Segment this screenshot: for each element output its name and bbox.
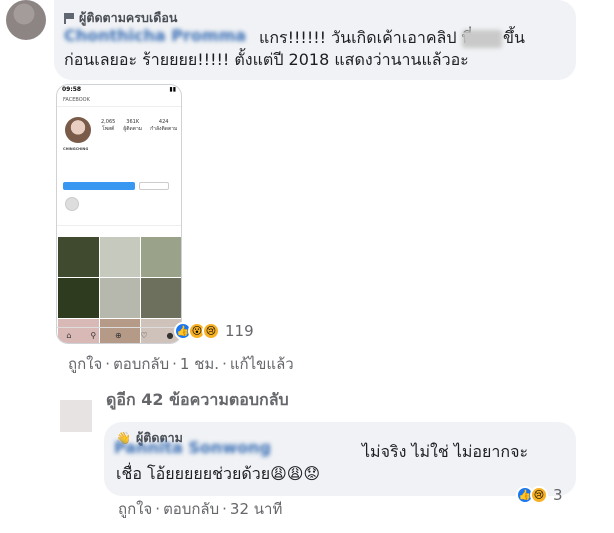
phone-app-label: FACEBOOK: [57, 95, 181, 107]
add-icon: ⊕: [115, 331, 122, 340]
phone-message-button: [139, 182, 169, 190]
reply-reply-link[interactable]: ตอบกลับ: [163, 500, 219, 518]
reply-reaction-count: 3: [553, 486, 563, 504]
like-link[interactable]: ถูกใจ: [68, 355, 102, 373]
sad-reaction-icon: 😢: [202, 322, 220, 340]
reply-link[interactable]: ตอบกลับ: [113, 355, 169, 373]
view-more-replies-link[interactable]: ดูอีก 42 ข้อความตอบกลับ: [106, 388, 289, 413]
comment-actions: ถูกใจ · ตอบกลับ · 1 ชม. · แก้ไขแล้ว: [68, 355, 294, 373]
reply-like-link[interactable]: ถูกใจ: [118, 500, 152, 518]
fan-badge-label: ผู้ติดตามครบเดือน: [79, 10, 178, 25]
home-icon: ⌂: [66, 331, 72, 340]
phone-tabs: [57, 225, 181, 235]
phone-bio: CHINGCHING: [63, 147, 89, 151]
phone-profile-picture: [65, 117, 91, 143]
phone-follow-button: [63, 182, 135, 190]
reply-reactions[interactable]: 👍 😢 3: [516, 486, 563, 504]
flag-icon: [64, 12, 74, 24]
sad-reaction-icon: 😢: [530, 486, 548, 504]
reply-timestamp[interactable]: 32 นาที: [230, 500, 282, 518]
commenter-avatar[interactable]: [6, 0, 46, 40]
attached-screenshot[interactable]: 09:58 ▮▮ FACEBOOK 2,065 โพสต์ 361K ผู้ติดต…: [56, 84, 182, 344]
phone-nav-bar: ⌂ ⚲ ⊕ ♡ ●: [57, 327, 181, 343]
reply-text-line2: เชื่อ โอ้ยยยยยช่วยด้วย😩😩😟: [116, 464, 321, 483]
redacted-word: [462, 30, 502, 48]
profile-icon: ●: [166, 331, 174, 340]
phone-time: 09:58: [62, 86, 82, 93]
reply-actions: ถูกใจ · ตอบกลับ · 32 นาที: [118, 500, 283, 518]
commenter-name[interactable]: Chonthicha Promma: [64, 26, 259, 48]
comment-text-part2: ขึ้น: [503, 28, 525, 47]
comment-text-part1: แกร!!!!!! วันเกิดเค้าเอาคลิป พี่: [259, 28, 473, 47]
search-icon: ⚲: [90, 331, 97, 340]
edited-label[interactable]: แก้ไขแล้ว: [230, 355, 294, 373]
comment-reactions[interactable]: 👍 😮 😢 119: [174, 322, 254, 340]
comment-timestamp[interactable]: 1 ชม.: [180, 355, 219, 373]
fan-badge[interactable]: ผู้ติดตามครบเดือน: [64, 8, 177, 28]
phone-stats: 2,065 โพสต์ 361K ผู้ติดตาม 424 กำลังติดตาม: [101, 119, 178, 132]
reply-author-name[interactable]: Pannita Sonwong: [114, 438, 359, 460]
reply-avatar[interactable]: [60, 400, 92, 432]
phone-story-highlight: [65, 197, 79, 211]
comment-text-line2: ก่อนเลยอะ ร้ายยยย!!!!! ตั้งแต่ปี 2018 แส…: [64, 50, 469, 69]
reply-text-line1: ไม่จริง ไม่ใช่ ไม่อยากจะ: [362, 442, 529, 461]
reaction-count: 119: [225, 322, 254, 340]
heart-icon: ♡: [140, 331, 148, 340]
